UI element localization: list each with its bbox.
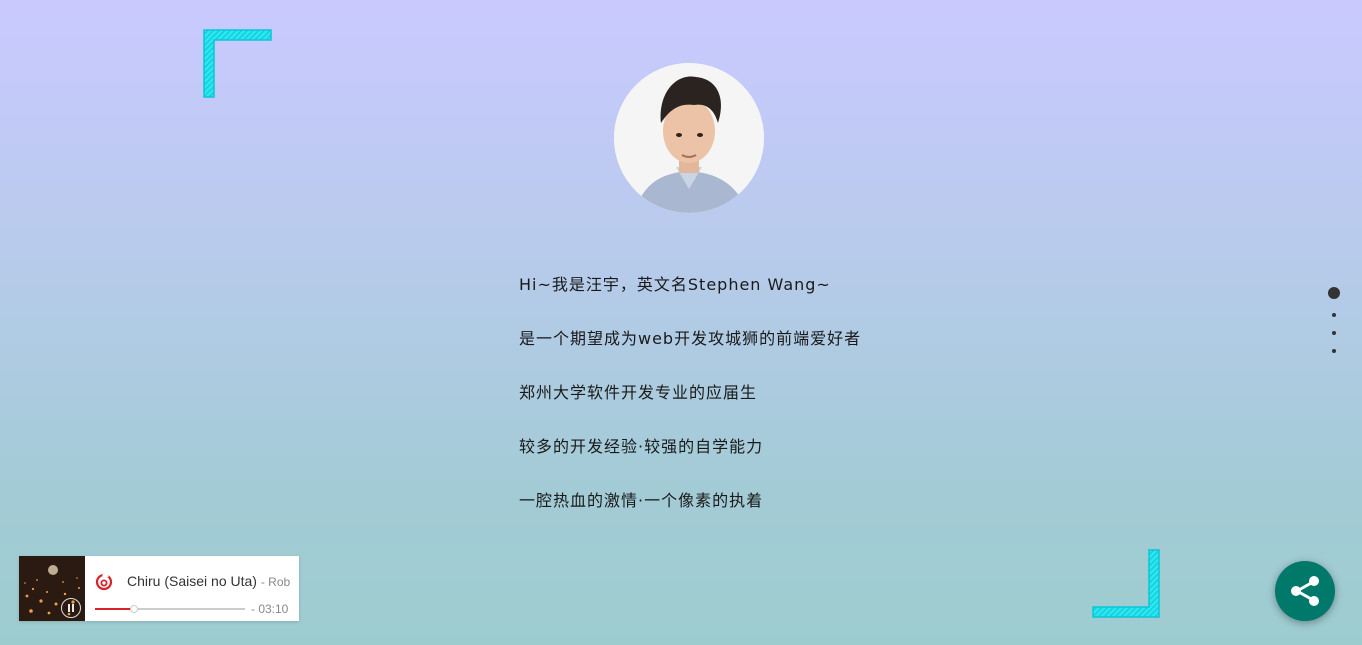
remaining-time: - 03:10 [251,602,289,616]
section-dot-2[interactable] [1332,313,1336,317]
album-cover [19,556,85,621]
corner-decoration-bottom-right [1092,549,1160,618]
intro-line-greeting: Hi~我是汪宇，英文名Stephen Wang~ [519,275,831,294]
section-dot-4[interactable] [1332,349,1336,353]
music-player: Chiru (Saisei no Uta) - Rob - 03:10 [19,556,299,621]
section-dot-1[interactable] [1328,287,1340,299]
progress-handle[interactable] [129,605,138,613]
intro-line-education: 郑州大学软件开发专业的应届生 [519,383,758,402]
corner-decoration-top-left [203,29,272,98]
share-button[interactable] [1275,561,1335,621]
avatar [614,63,764,213]
intro-line-aspiration: 是一个期望成为web开发攻城狮的前端爱好者 [519,329,862,348]
netease-music-icon [95,573,113,591]
share-icon [1291,576,1319,606]
intro-line-experience: 较多的开发经验·较强的自学能力 [519,437,764,456]
section-nav-dots [1326,285,1342,353]
intro-text-list: Hi~我是汪宇，英文名Stephen Wang~ 是一个期望成为web开发攻城狮… [519,270,861,540]
progress-bar[interactable] [95,605,245,613]
song-artist: - Rob [260,575,290,589]
song-info: Chiru (Saisei no Uta) - Rob [127,573,290,589]
section-dot-3[interactable] [1332,331,1336,335]
intro-line-passion: 一腔热血的激情·一个像素的执着 [519,491,764,510]
pause-button[interactable] [61,598,81,618]
progress-fill [95,608,133,610]
song-title: Chiru (Saisei no Uta) [127,573,257,589]
